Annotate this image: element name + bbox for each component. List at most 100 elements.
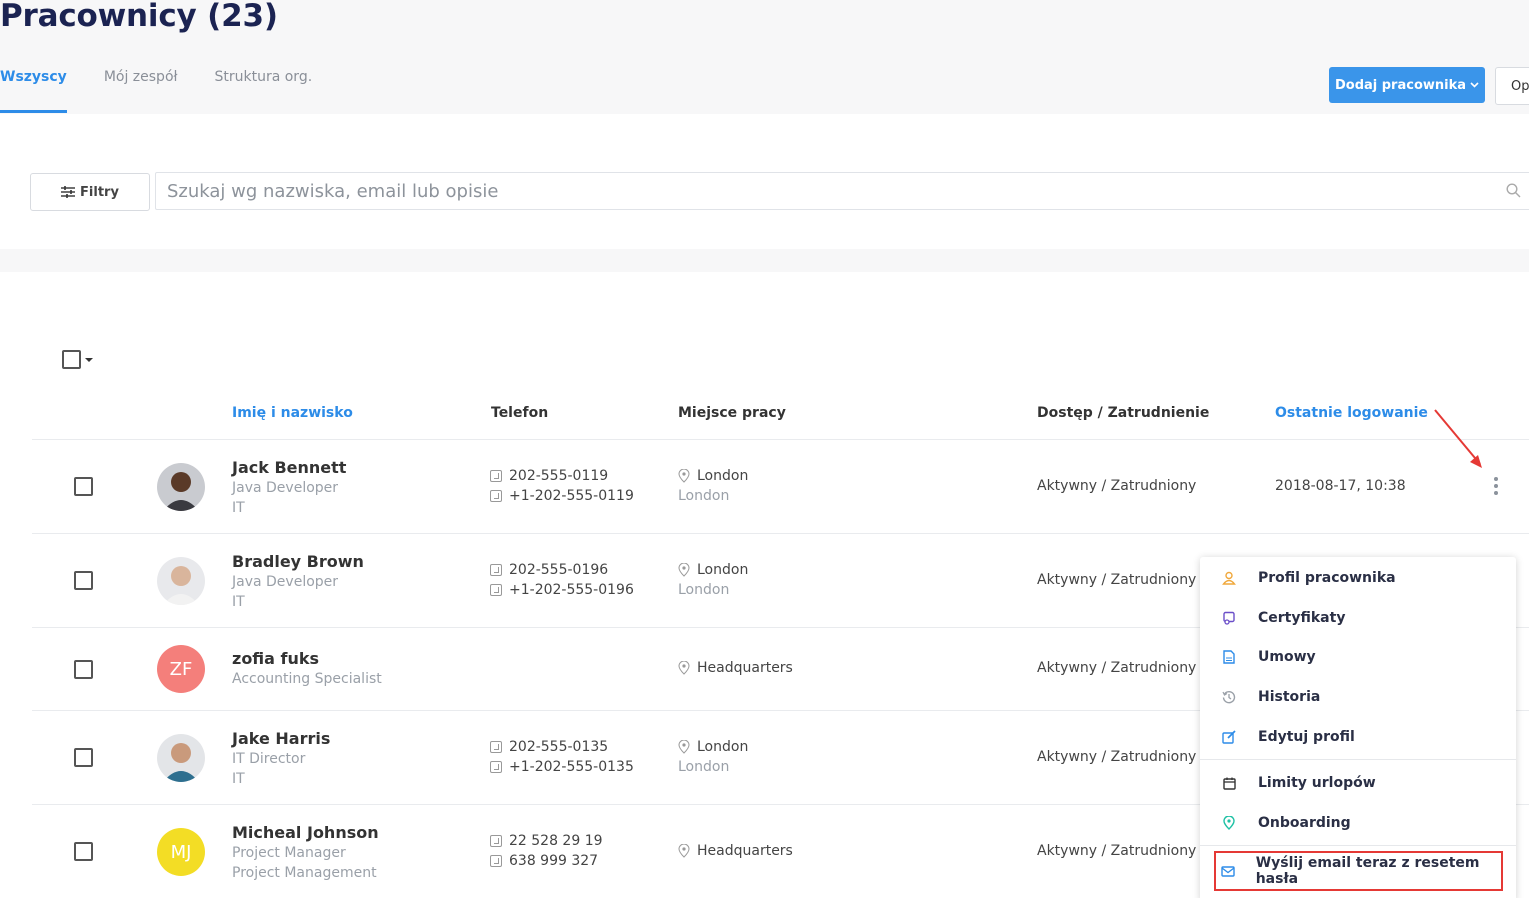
employee-name[interactable]: Jack Bennett bbox=[232, 458, 346, 477]
status-text: Aktywny / Zatrudniony bbox=[1037, 660, 1197, 676]
phone-line: 202-555-0119 bbox=[490, 468, 608, 484]
employee-name[interactable]: Bradley Brown bbox=[232, 552, 364, 571]
employee-department: Project Management bbox=[232, 865, 377, 881]
menu-item-certificates[interactable]: Certyfikaty bbox=[1200, 600, 1516, 636]
employee-position: Java Developer bbox=[232, 574, 339, 590]
employee-position: Java Developer bbox=[232, 480, 339, 496]
workplace-sub: London bbox=[678, 759, 730, 775]
phone-number: 638 999 327 bbox=[509, 853, 599, 869]
location-pin-icon bbox=[678, 740, 690, 754]
filter-panel: Filtry bbox=[0, 114, 1529, 249]
menu-item-edit-profile[interactable]: Edytuj profil bbox=[1200, 719, 1516, 755]
phone-line: +1-202-555-0196 bbox=[490, 582, 634, 598]
menu-item-profile[interactable]: Profil pracownika bbox=[1200, 560, 1516, 596]
table-row[interactable]: Jack Bennett Java Developer IT 202-555-0… bbox=[32, 439, 1529, 533]
workplace: London bbox=[678, 468, 748, 484]
phone-icon bbox=[490, 741, 502, 753]
options-button[interactable]: Op bbox=[1495, 67, 1529, 105]
header-access: Dostęp / Zatrudnienie bbox=[1037, 405, 1210, 421]
phone-line: 202-555-0135 bbox=[490, 739, 608, 755]
search-input[interactable] bbox=[156, 173, 1476, 209]
workplace-label: London bbox=[697, 562, 749, 578]
edit-icon bbox=[1222, 730, 1236, 744]
menu-item-onboarding[interactable]: Onboarding bbox=[1200, 805, 1516, 841]
employee-position: Project Manager bbox=[232, 845, 346, 861]
phone-line: +1-202-555-0135 bbox=[490, 759, 634, 775]
workplace: Headquarters bbox=[678, 660, 793, 676]
caret-down-icon[interactable] bbox=[85, 357, 93, 362]
location-pin-icon bbox=[678, 844, 690, 858]
search-icon[interactable] bbox=[1506, 183, 1521, 198]
phone-icon bbox=[490, 470, 502, 482]
calendar-icon bbox=[1222, 777, 1236, 790]
employee-department: IT bbox=[232, 594, 245, 610]
sliders-icon bbox=[61, 186, 76, 198]
workplace-label: Headquarters bbox=[697, 843, 793, 859]
chevron-down-icon bbox=[1470, 82, 1479, 88]
location-pin-icon bbox=[678, 563, 690, 577]
menu-item-history[interactable]: Historia bbox=[1200, 679, 1516, 715]
workplace: London bbox=[678, 562, 748, 578]
row-checkbox[interactable] bbox=[74, 571, 93, 590]
phone-icon bbox=[490, 490, 502, 502]
employee-name[interactable]: Jake Harris bbox=[232, 729, 330, 748]
workplace-label: London bbox=[697, 468, 749, 484]
menu-item-leave-limits[interactable]: Limity urlopów bbox=[1200, 765, 1516, 801]
header-workplace: Miejsce pracy bbox=[678, 405, 786, 421]
workplace-sub: London bbox=[678, 488, 730, 504]
header-last-login[interactable]: Ostatnie logowanie bbox=[1275, 405, 1428, 421]
menu-divider bbox=[1200, 759, 1516, 760]
workplace-label: London bbox=[697, 739, 749, 755]
header-name[interactable]: Imię i nazwisko bbox=[232, 405, 353, 421]
avatar bbox=[157, 463, 205, 511]
tab-org-structure[interactable]: Struktura org. bbox=[214, 66, 312, 113]
avatar bbox=[157, 734, 205, 782]
phone-number: +1-202-555-0135 bbox=[509, 759, 634, 775]
workplace: Headquarters bbox=[678, 843, 793, 859]
menu-item-label: Onboarding bbox=[1258, 815, 1351, 831]
annotation-arrow-icon bbox=[1434, 409, 1482, 468]
avatar: MJ bbox=[157, 828, 205, 876]
phone-number: 202-555-0135 bbox=[509, 739, 609, 755]
menu-divider bbox=[1200, 845, 1516, 846]
employee-name[interactable]: Micheal Johnson bbox=[232, 823, 379, 842]
location-pin-icon bbox=[678, 469, 690, 483]
select-all-control[interactable] bbox=[62, 350, 93, 369]
row-checkbox[interactable] bbox=[74, 748, 93, 767]
phone-icon bbox=[490, 761, 502, 773]
row-checkbox[interactable] bbox=[74, 660, 93, 679]
row-context-menu: Profil pracownika Certyfikaty Umowy Hist… bbox=[1200, 557, 1516, 898]
phone-number: 202-555-0196 bbox=[509, 562, 609, 578]
employee-name[interactable]: zofia fuks bbox=[232, 649, 319, 668]
select-all-checkbox[interactable] bbox=[62, 350, 81, 369]
more-actions-icon[interactable] bbox=[1494, 477, 1498, 498]
phone-icon bbox=[490, 584, 502, 596]
workplace: London bbox=[678, 739, 748, 755]
tab-all[interactable]: Wszyscy bbox=[0, 66, 67, 113]
menu-item-label: Historia bbox=[1258, 689, 1321, 705]
menu-item-label: Limity urlopów bbox=[1258, 775, 1376, 791]
status-text: Aktywny / Zatrudniony bbox=[1037, 478, 1197, 494]
phone-line: 202-555-0196 bbox=[490, 562, 608, 578]
phone-line: 22 528 29 19 bbox=[490, 833, 603, 849]
last-login: 2018-08-17, 10:38 bbox=[1275, 478, 1406, 494]
menu-item-label: Certyfikaty bbox=[1258, 610, 1346, 626]
phone-icon bbox=[490, 855, 502, 867]
workplace-sub: London bbox=[678, 582, 730, 598]
add-employee-button[interactable]: Dodaj pracownika bbox=[1329, 67, 1485, 103]
filters-button[interactable]: Filtry bbox=[30, 173, 150, 211]
row-checkbox[interactable] bbox=[74, 842, 93, 861]
menu-item-contracts[interactable]: Umowy bbox=[1200, 639, 1516, 675]
phone-number: +1-202-555-0119 bbox=[509, 488, 634, 504]
add-employee-label: Dodaj pracownika bbox=[1334, 77, 1467, 93]
filters-label: Filtry bbox=[80, 184, 119, 200]
avatar bbox=[157, 557, 205, 605]
phone-number: 22 528 29 19 bbox=[509, 833, 603, 849]
tab-my-team[interactable]: Mój zespół bbox=[104, 66, 178, 113]
menu-item-label: Edytuj profil bbox=[1258, 729, 1355, 745]
row-checkbox[interactable] bbox=[74, 477, 93, 496]
annotation-highlight-box bbox=[1214, 851, 1503, 891]
user-icon bbox=[1222, 571, 1236, 585]
employee-position: IT Director bbox=[232, 751, 306, 767]
phone-icon bbox=[490, 835, 502, 847]
